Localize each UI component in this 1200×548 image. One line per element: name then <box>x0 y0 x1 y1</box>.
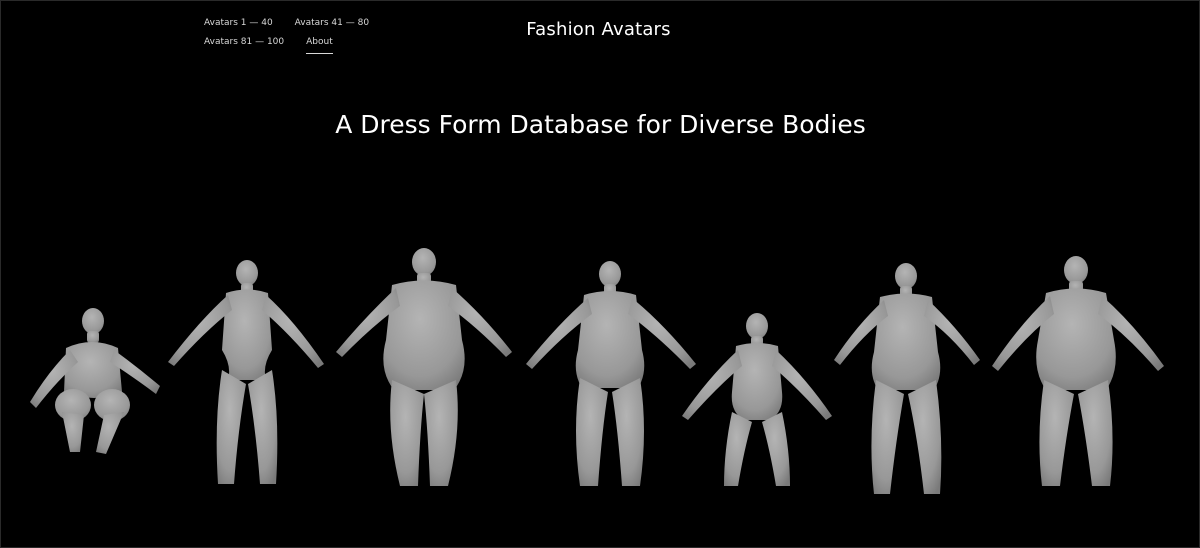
avatar-figure-5[interactable] <box>682 313 832 486</box>
avatar-figure-6[interactable] <box>834 263 980 494</box>
avatar-figure-3[interactable] <box>336 248 512 486</box>
avatar-figure-4[interactable] <box>526 261 696 486</box>
avatar-figure-2[interactable] <box>168 260 324 484</box>
avatar-gallery <box>30 248 1164 494</box>
avatar-figure-1[interactable] <box>30 308 160 454</box>
avatar-figure-7[interactable] <box>992 256 1164 486</box>
